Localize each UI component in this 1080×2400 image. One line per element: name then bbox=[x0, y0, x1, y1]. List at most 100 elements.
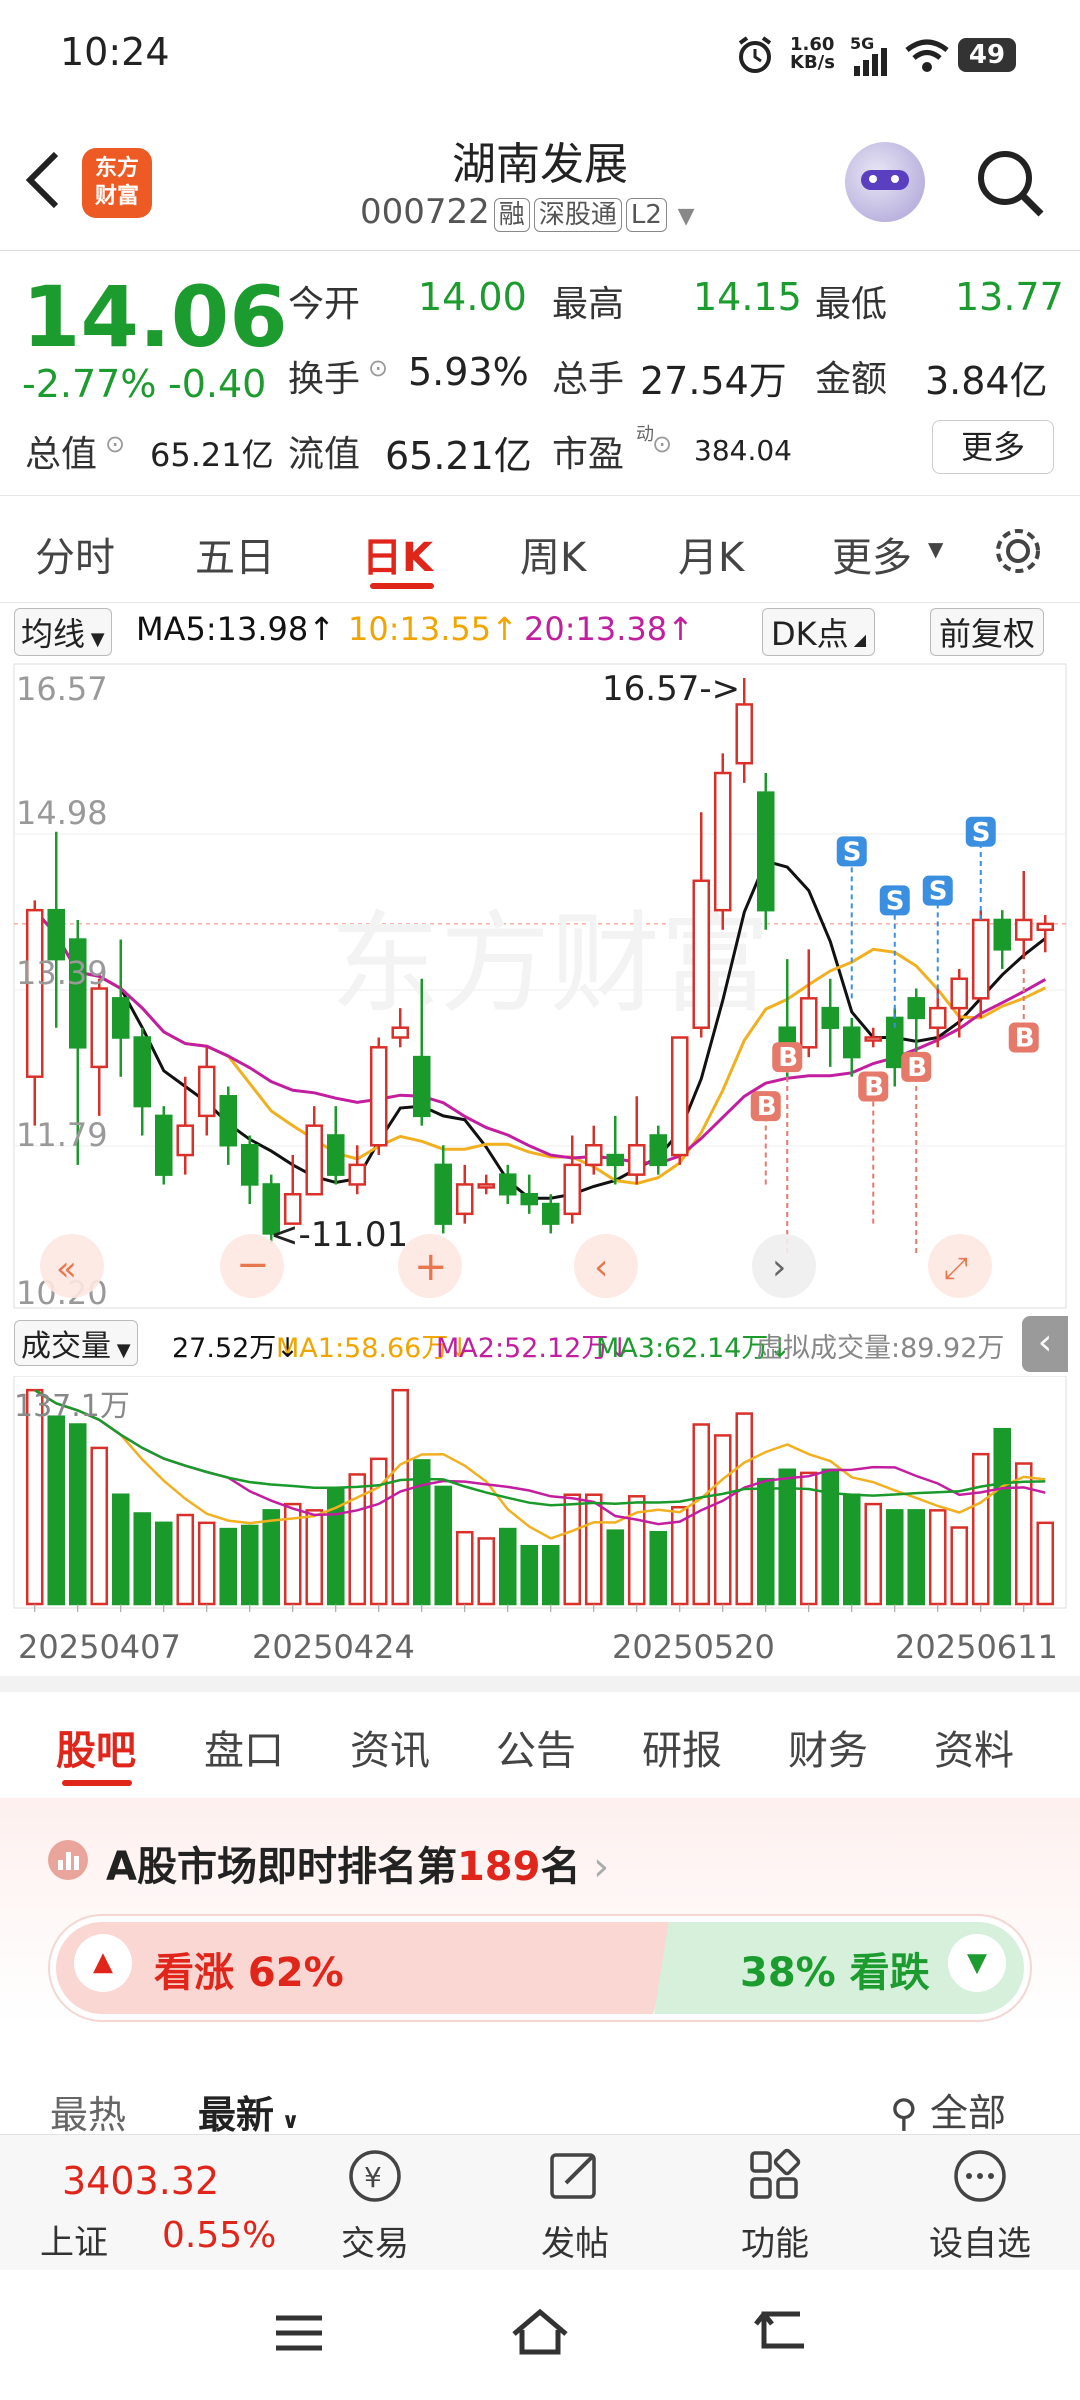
tab-profile[interactable]: 资料 bbox=[934, 1718, 1014, 1776]
bull-segment[interactable] bbox=[56, 1922, 678, 2014]
candle-up bbox=[1014, 918, 1033, 941]
trade-marker-label: B bbox=[907, 1053, 927, 1083]
chart-zoom-out-button[interactable]: − bbox=[220, 1234, 284, 1298]
ranking-text[interactable]: A股市场即时排名第189名 › bbox=[106, 1834, 609, 1892]
chart-zoom-out-left-button[interactable]: « bbox=[40, 1234, 104, 1298]
y-axis-label: 11.79 bbox=[16, 1116, 108, 1154]
chart-fullscreen-button[interactable]: ⤢ bbox=[928, 1234, 992, 1298]
active-tab-indicator bbox=[62, 1780, 132, 1786]
sort-hot[interactable]: 最热 bbox=[50, 2084, 126, 2138]
volume-chart[interactable]: 137.1万 bbox=[0, 1376, 1080, 1616]
tab-research[interactable]: 研报 bbox=[642, 1718, 722, 1776]
chart-prev-button[interactable]: ‹ bbox=[574, 1234, 638, 1298]
float-value: 65.21亿 bbox=[385, 434, 532, 478]
quote-panel: 14.06 -2.77% -0.40 总值 ⊙ 65.21亿 今开 14.00 … bbox=[0, 250, 1080, 496]
amount-value: 3.84亿 bbox=[925, 359, 1048, 403]
date-label: 20250424 bbox=[252, 1628, 415, 1666]
stock-code-row: 000722 融深股通 L2 ▼ bbox=[360, 192, 695, 232]
volume-bar-down bbox=[47, 1415, 66, 1606]
volume-bar-down bbox=[842, 1493, 861, 1606]
more-button[interactable]: 更多 bbox=[932, 420, 1054, 474]
volume-bar-up bbox=[799, 1471, 818, 1606]
volume-bar-up bbox=[391, 1388, 410, 1606]
volume-bar-up bbox=[971, 1452, 990, 1606]
trade-icon: ¥ bbox=[349, 2150, 401, 2202]
volume-bar-down bbox=[434, 1485, 453, 1606]
open-value: 14.00 bbox=[418, 275, 527, 319]
low-value: 13.77 bbox=[955, 275, 1064, 319]
trade-marker-label: B bbox=[778, 1043, 798, 1073]
home-icon[interactable] bbox=[508, 2304, 572, 2360]
trade-marker-label: B bbox=[864, 1072, 884, 1102]
info-icon[interactable]: ⊙ bbox=[368, 354, 388, 382]
wifi-icon bbox=[905, 39, 949, 72]
tab-news[interactable]: 资讯 bbox=[350, 1718, 430, 1776]
chart-next-button[interactable]: › bbox=[752, 1234, 816, 1298]
candle-down bbox=[541, 1202, 560, 1225]
tab-five-day[interactable]: 五日 bbox=[195, 525, 275, 583]
bull-arrow-icon[interactable]: ▲ bbox=[74, 1934, 132, 1992]
search-icon[interactable] bbox=[975, 148, 1045, 218]
volume-bar-up bbox=[713, 1434, 732, 1606]
chart-zoom-in-button[interactable]: + bbox=[398, 1234, 462, 1298]
nav-post[interactable]: 发帖 bbox=[520, 2145, 630, 2265]
tab-orderbook[interactable]: 盘口 bbox=[204, 1718, 284, 1776]
volume-bar-down bbox=[498, 1527, 517, 1606]
candle-down bbox=[907, 997, 926, 1020]
volume-bar-down bbox=[133, 1512, 152, 1606]
candle-up bbox=[670, 1036, 689, 1157]
robot-assistant-icon[interactable] bbox=[845, 142, 925, 222]
candle-down bbox=[649, 1134, 668, 1167]
sort-row: 最热 最新 ∨ ⚲ 全部 bbox=[0, 2068, 1080, 2138]
volume-bar-down bbox=[778, 1468, 797, 1606]
svg-text:«: « bbox=[56, 1249, 77, 1289]
sort-new[interactable]: 最新 ∨ bbox=[198, 2084, 300, 2138]
tab-daily-k[interactable]: 日K bbox=[362, 525, 433, 583]
high-marker: 16.57-> bbox=[602, 669, 740, 709]
tab-intraday[interactable]: 分时 bbox=[35, 525, 115, 583]
dk-point-selector[interactable]: DK点 ◢ bbox=[762, 608, 876, 656]
system-nav-bar bbox=[0, 2270, 1080, 2400]
nav-trade[interactable]: ¥ 交易 bbox=[320, 2145, 430, 2265]
nav-functions[interactable]: 功能 bbox=[720, 2145, 830, 2265]
dropdown-icon[interactable]: ▼ bbox=[678, 204, 695, 229]
candle-up bbox=[563, 1163, 582, 1216]
volume-bar-up bbox=[864, 1502, 883, 1606]
collapse-arrow-icon[interactable]: ‹ bbox=[1022, 1316, 1068, 1372]
tab-announcements[interactable]: 公告 bbox=[496, 1718, 576, 1776]
volume-value: 27.54万 bbox=[640, 359, 787, 403]
kline-chart[interactable]: 东方财富 BBSBSBSSB 16.57 14.98 13.39 11.79 1… bbox=[0, 662, 1080, 1310]
pe-label: 市盈 bbox=[552, 434, 625, 475]
filter-all[interactable]: ⚲ 全部 bbox=[890, 2082, 1006, 2137]
volume-bar-up bbox=[1036, 1521, 1055, 1606]
margin-tag: 融 bbox=[493, 198, 530, 232]
bear-arrow-icon[interactable]: ▼ bbox=[948, 1934, 1006, 1992]
grid-icon bbox=[750, 2148, 801, 2199]
candle-up bbox=[584, 1144, 603, 1167]
ma-selector[interactable]: 均线 ▼ bbox=[14, 608, 112, 656]
info-icon[interactable]: ⊙ bbox=[105, 430, 125, 458]
index-name[interactable]: 上证 bbox=[40, 2215, 108, 2264]
settings-gear-icon[interactable] bbox=[988, 521, 1048, 581]
tab-monthly-k[interactable]: 月K bbox=[678, 525, 744, 583]
mktcap-value: 65.21亿 bbox=[150, 436, 274, 474]
volume-bar-down bbox=[885, 1509, 904, 1606]
volume-bar-up bbox=[584, 1493, 603, 1606]
tab-forum[interactable]: 股吧 bbox=[56, 1718, 136, 1776]
volume-selector[interactable]: 成交量 ▼ bbox=[14, 1320, 138, 1366]
menu-icon[interactable] bbox=[272, 2310, 328, 2356]
info-icon[interactable]: ⊙ bbox=[652, 430, 672, 458]
sentiment-panel: A股市场即时排名第189名 › ▲ 看涨 62% 38% 看跌 ▼ bbox=[0, 1798, 1080, 2048]
tab-more[interactable]: 更多 bbox=[832, 525, 912, 583]
index-change[interactable]: 0.55% bbox=[162, 2215, 276, 2256]
candle-up bbox=[627, 1144, 646, 1176]
nav-add-watchlist[interactable]: 设自选 bbox=[910, 2145, 1050, 2265]
index-value[interactable]: 3403.32 bbox=[62, 2159, 219, 2203]
tab-weekly-k[interactable]: 周K bbox=[520, 525, 586, 583]
adjust-selector[interactable]: 前复权 bbox=[930, 608, 1045, 656]
volume-bar-down bbox=[219, 1527, 238, 1606]
clock: 10:24 bbox=[60, 30, 170, 74]
back-icon[interactable] bbox=[752, 2306, 812, 2356]
tab-financials[interactable]: 财务 bbox=[788, 1718, 868, 1776]
candle-down bbox=[498, 1173, 517, 1196]
